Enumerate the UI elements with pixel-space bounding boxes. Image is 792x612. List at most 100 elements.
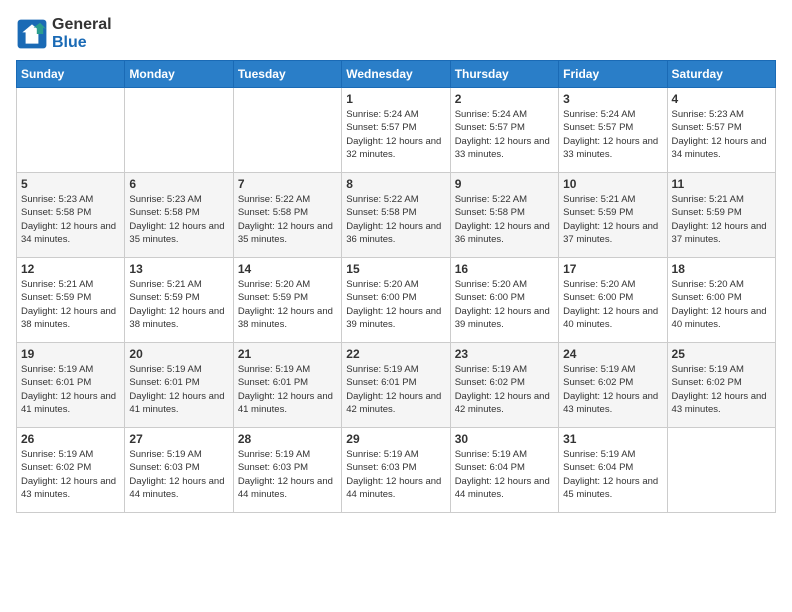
calendar-cell [667,428,775,513]
cell-content: Sunrise: 5:22 AMSunset: 5:58 PMDaylight:… [346,193,445,246]
cell-content: Sunrise: 5:19 AMSunset: 6:01 PMDaylight:… [21,363,120,416]
calendar-week-2: 5 Sunrise: 5:23 AMSunset: 5:58 PMDaylight… [17,173,776,258]
calendar-cell: 29 Sunrise: 5:19 AMSunset: 6:03 PMDayligh… [342,428,450,513]
day-number: 31 [563,432,662,446]
day-number: 10 [563,177,662,191]
calendar-cell: 26 Sunrise: 5:19 AMSunset: 6:02 PMDayligh… [17,428,125,513]
calendar-cell: 3 Sunrise: 5:24 AMSunset: 5:57 PMDaylight… [559,88,667,173]
calendar-cell: 8Sunrise: 5:22 AMSunset: 5:58 PMDaylight… [342,173,450,258]
cell-content: Sunrise: 5:20 AMSunset: 5:59 PMDaylight:… [238,278,337,331]
cell-content: Sunrise: 5:20 AMSunset: 6:00 PMDaylight:… [563,278,662,331]
cell-content: Sunrise: 5:24 AMSunset: 5:57 PMDaylight:… [455,108,554,161]
header-thursday: Thursday [450,61,558,88]
calendar-cell: 9 Sunrise: 5:22 AMSunset: 5:58 PMDaylight… [450,173,558,258]
calendar-cell [233,88,341,173]
calendar-cell: 17 Sunrise: 5:20 AMSunset: 6:00 PMDayligh… [559,258,667,343]
day-number: 13 [129,262,228,276]
calendar-cell: 11 Sunrise: 5:21 AMSunset: 5:59 PMDayligh… [667,173,775,258]
cell-content: Sunrise: 5:19 AMSunset: 6:04 PMDaylight:… [563,448,662,501]
day-number: 17 [563,262,662,276]
calendar-cell: 6 Sunrise: 5:23 AMSunset: 5:58 PMDaylight… [125,173,233,258]
calendar-cell: 21 Sunrise: 5:19 AMSunset: 6:01 PMDayligh… [233,343,341,428]
calendar-cell [125,88,233,173]
day-number: 22 [346,347,445,361]
cell-content: Sunrise: 5:19 AMSunset: 6:02 PMDaylight:… [563,363,662,416]
calendar-cell: 19 Sunrise: 5:19 AMSunset: 6:01 PMDayligh… [17,343,125,428]
day-number: 9 [455,177,554,191]
cell-content: Sunrise: 5:23 AMSunset: 5:58 PMDaylight:… [129,193,228,246]
cell-content: Sunrise: 5:19 AMSunset: 6:02 PMDaylight:… [455,363,554,416]
calendar-cell: 25Sunrise: 5:19 AMSunset: 6:02 PMDayligh… [667,343,775,428]
calendar-table: SundayMondayTuesdayWednesdayThursdayFrid… [16,60,776,513]
cell-content: Sunrise: 5:19 AMSunset: 6:02 PMDaylight:… [21,448,120,501]
page-header: General Blue [16,16,776,52]
cell-content: Sunrise: 5:23 AMSunset: 5:57 PMDaylight:… [672,108,771,161]
cell-content: Sunrise: 5:19 AMSunset: 6:01 PMDaylight:… [129,363,228,416]
logo-icon [16,18,48,50]
calendar-cell: 12 Sunrise: 5:21 AMSunset: 5:59 PMDayligh… [17,258,125,343]
header-tuesday: Tuesday [233,61,341,88]
day-number: 21 [238,347,337,361]
header-wednesday: Wednesday [342,61,450,88]
day-number: 7 [238,177,337,191]
day-number: 2 [455,92,554,106]
cell-content: Sunrise: 5:19 AMSunset: 6:04 PMDaylight:… [455,448,554,501]
cell-content: Sunrise: 5:19 AMSunset: 6:03 PMDaylight:… [346,448,445,501]
calendar-cell: 4Sunrise: 5:23 AMSunset: 5:57 PMDaylight… [667,88,775,173]
calendar-cell: 1Sunrise: 5:24 AMSunset: 5:57 PMDaylight… [342,88,450,173]
logo: General Blue [16,16,112,52]
day-number: 6 [129,177,228,191]
day-number: 29 [346,432,445,446]
day-number: 12 [21,262,120,276]
cell-content: Sunrise: 5:19 AMSunset: 6:01 PMDaylight:… [238,363,337,416]
day-number: 23 [455,347,554,361]
cell-content: Sunrise: 5:21 AMSunset: 5:59 PMDaylight:… [563,193,662,246]
day-number: 16 [455,262,554,276]
logo-text: General Blue [52,16,112,52]
calendar-week-1: 1 Sunrise: 5:24 AMSunset: 5:57 PMDaylight… [17,88,776,173]
calendar-cell: 13 Sunrise: 5:21 AMSunset: 5:59 PMDayligh… [125,258,233,343]
day-number: 3 [563,92,662,106]
day-number: 15 [346,262,445,276]
calendar-week-4: 19 Sunrise: 5:19 AMSunset: 6:01 PMDayligh… [17,343,776,428]
calendar-cell: 24 Sunrise: 5:19 AMSunset: 6:02 PMDayligh… [559,343,667,428]
cell-content: Sunrise: 5:22 AMSunset: 5:58 PMDaylight:… [455,193,554,246]
cell-content: Sunrise: 5:20 AMSunset: 6:00 PMDaylight:… [672,278,771,331]
calendar-cell: 22 Sunrise: 5:19 AMSunset: 6:01 PMDayligh… [342,343,450,428]
calendar-cell: 18Sunrise: 5:20 AMSunset: 6:00 PMDayligh… [667,258,775,343]
header-monday: Monday [125,61,233,88]
header-friday: Friday [559,61,667,88]
day-number: 19 [21,347,120,361]
cell-content: Sunrise: 5:24 AMSunset: 5:57 PMDaylight:… [563,108,662,161]
day-number: 25 [672,347,771,361]
cell-content: Sunrise: 5:21 AMSunset: 5:59 PMDaylight:… [21,278,120,331]
cell-content: Sunrise: 5:23 AMSunset: 5:58 PMDaylight:… [21,193,120,246]
calendar-cell: 16 Sunrise: 5:20 AMSunset: 6:00 PMDayligh… [450,258,558,343]
cell-content: Sunrise: 5:22 AMSunset: 5:58 PMDaylight:… [238,193,337,246]
cell-content: Sunrise: 5:19 AMSunset: 6:01 PMDaylight:… [346,363,445,416]
day-number: 28 [238,432,337,446]
day-number: 14 [238,262,337,276]
cell-content: Sunrise: 5:21 AMSunset: 5:59 PMDaylight:… [672,193,771,246]
calendar-header-row: SundayMondayTuesdayWednesdayThursdayFrid… [17,61,776,88]
calendar-cell: 28Sunrise: 5:19 AMSunset: 6:03 PMDayligh… [233,428,341,513]
day-number: 11 [672,177,771,191]
day-number: 1 [346,92,445,106]
day-number: 5 [21,177,120,191]
calendar-week-3: 12 Sunrise: 5:21 AMSunset: 5:59 PMDayligh… [17,258,776,343]
calendar-cell: 30 Sunrise: 5:19 AMSunset: 6:04 PMDayligh… [450,428,558,513]
calendar-cell: 14 Sunrise: 5:20 AMSunset: 5:59 PMDayligh… [233,258,341,343]
header-sunday: Sunday [17,61,125,88]
calendar-cell: 2 Sunrise: 5:24 AMSunset: 5:57 PMDaylight… [450,88,558,173]
day-number: 24 [563,347,662,361]
day-number: 26 [21,432,120,446]
calendar-cell: 27Sunrise: 5:19 AMSunset: 6:03 PMDayligh… [125,428,233,513]
day-number: 30 [455,432,554,446]
cell-content: Sunrise: 5:20 AMSunset: 6:00 PMDaylight:… [455,278,554,331]
cell-content: Sunrise: 5:21 AMSunset: 5:59 PMDaylight:… [129,278,228,331]
day-number: 27 [129,432,228,446]
calendar-cell: 7 Sunrise: 5:22 AMSunset: 5:58 PMDaylight… [233,173,341,258]
calendar-cell [17,88,125,173]
calendar-body: 1 Sunrise: 5:24 AMSunset: 5:57 PMDaylight… [17,88,776,513]
calendar-cell: 5 Sunrise: 5:23 AMSunset: 5:58 PMDaylight… [17,173,125,258]
